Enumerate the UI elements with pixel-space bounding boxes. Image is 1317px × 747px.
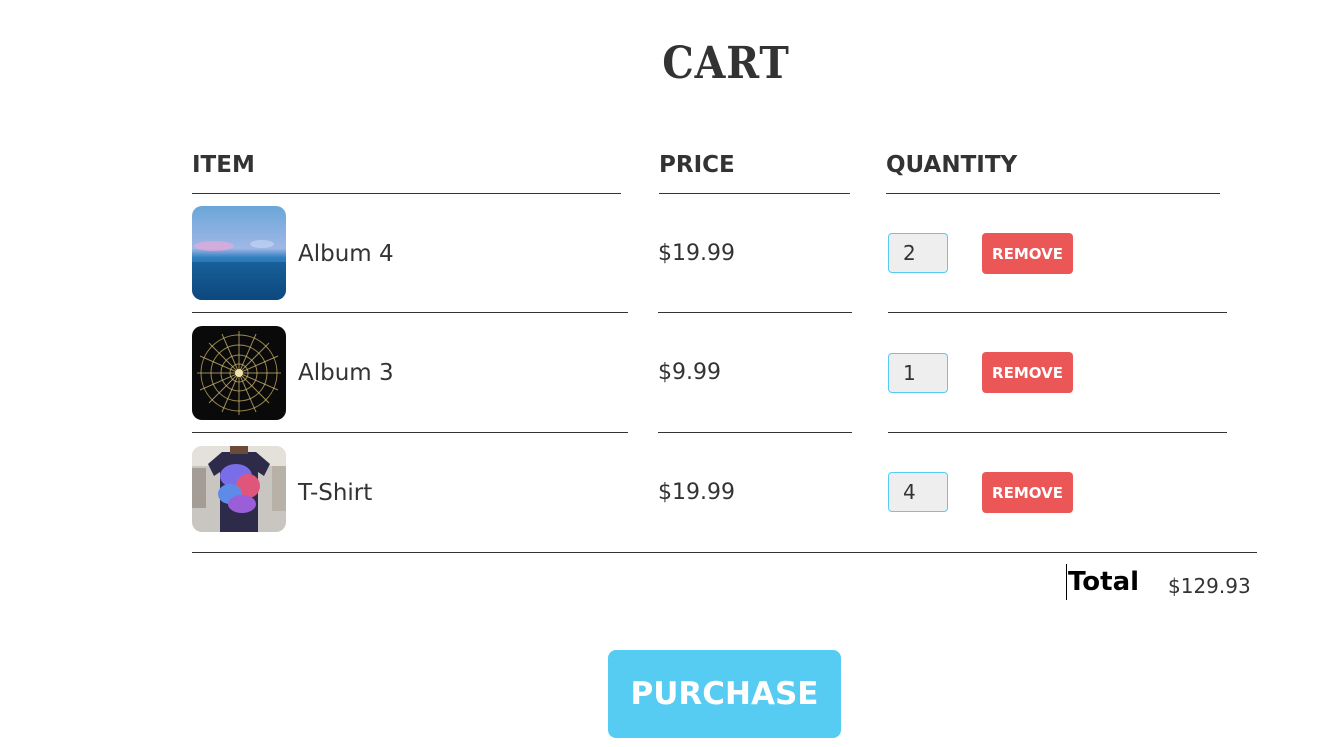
total-label: Total	[1066, 564, 1139, 600]
column-header-price: PRICE	[659, 152, 735, 178]
album-4-thumbnail	[192, 206, 286, 300]
item-name: T-Shirt	[298, 480, 373, 506]
row-divider	[888, 432, 1227, 433]
total-value: $129.93	[1168, 574, 1251, 598]
remove-button[interactable]: REMOVE	[982, 472, 1073, 513]
remove-button[interactable]: REMOVE	[982, 233, 1073, 274]
album-3-thumbnail	[192, 326, 286, 420]
total-divider	[192, 552, 1257, 553]
quantity-input[interactable]	[888, 353, 948, 393]
t-shirt-thumbnail	[192, 446, 286, 532]
row-divider	[658, 432, 852, 433]
column-header-item: ITEM	[192, 152, 255, 178]
remove-button[interactable]: REMOVE	[982, 352, 1073, 393]
purchase-button[interactable]: PURCHASE	[608, 650, 841, 738]
row-divider	[658, 312, 852, 313]
header-divider-price	[659, 193, 850, 194]
item-price: $9.99	[658, 360, 721, 385]
item-price: $19.99	[658, 241, 735, 266]
column-header-quantity: QUANTITY	[886, 152, 1018, 178]
quantity-input[interactable]	[888, 472, 948, 512]
item-name: Album 3	[298, 360, 394, 386]
header-divider-item	[192, 193, 621, 194]
quantity-input[interactable]	[888, 233, 948, 273]
row-divider	[192, 432, 628, 433]
page-title: CART	[662, 38, 790, 89]
row-divider	[888, 312, 1227, 313]
item-price: $19.99	[658, 480, 735, 505]
item-name: Album 4	[298, 241, 394, 267]
row-divider	[192, 312, 628, 313]
header-divider-quantity	[886, 193, 1220, 194]
